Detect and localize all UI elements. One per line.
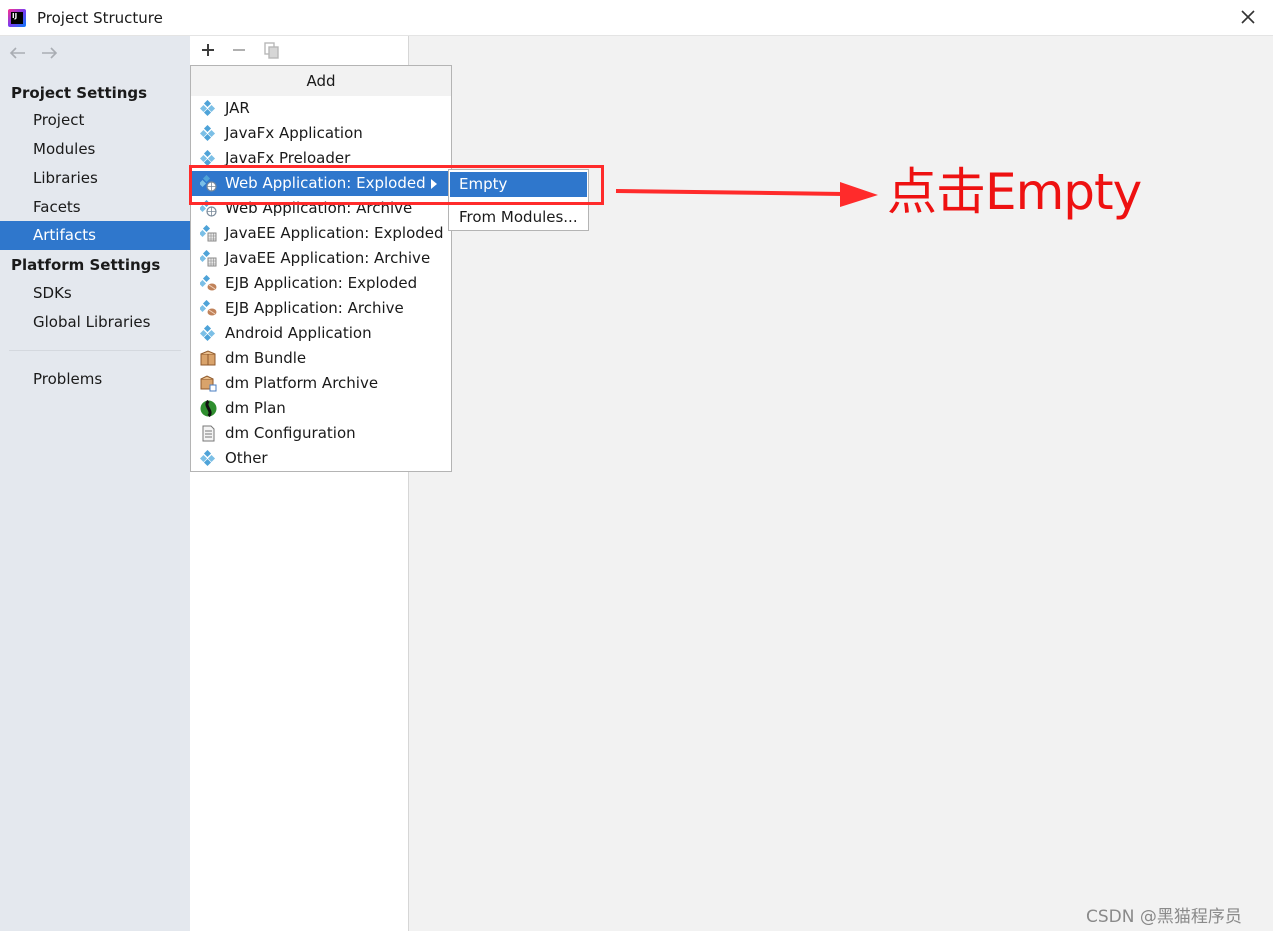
- watermark: CSDN @黑猫程序员: [1086, 907, 1242, 927]
- title-bar: IJ Project Structure: [0, 0, 1273, 36]
- sidebar-item-sdks[interactable]: SDKs: [0, 279, 190, 308]
- menu-item-dm-platform-archive[interactable]: dm Platform Archive: [191, 371, 451, 396]
- menu-item-label: dm Plan: [225, 399, 286, 417]
- platform-settings-header: Platform Settings: [11, 256, 161, 274]
- menu-item-javaee-application-archive[interactable]: JavaEE Application: Archive: [191, 246, 451, 271]
- add-icon[interactable]: [198, 40, 218, 60]
- menu-item-javaee-application-exploded[interactable]: JavaEE Application: Exploded: [191, 221, 451, 246]
- sidebar-item-artifacts[interactable]: Artifacts: [0, 221, 190, 250]
- remove-icon[interactable]: [229, 40, 249, 60]
- menu-item-other[interactable]: Other: [191, 446, 451, 471]
- menu-item-ejb-application-archive[interactable]: EJB Application: Archive: [191, 296, 451, 321]
- menu-item-label: JavaEE Application: Archive: [225, 249, 431, 267]
- menu-item-label: EJB Application: Archive: [225, 299, 404, 317]
- menu-item-label: JavaFx Application: [225, 124, 363, 142]
- copy-icon[interactable]: [262, 40, 282, 60]
- menu-item-android-application[interactable]: Android Application: [191, 321, 451, 346]
- dm-config-icon: [200, 425, 217, 442]
- menu-item-javafx-application[interactable]: JavaFx Application: [191, 121, 451, 146]
- menu-item-jar[interactable]: JAR: [191, 96, 451, 121]
- sidebar-item-facets[interactable]: Facets: [0, 193, 190, 222]
- dm-platform-icon: [200, 375, 217, 392]
- javaee-artifact-icon: [200, 225, 217, 242]
- menu-item-label: dm Platform Archive: [225, 374, 379, 392]
- sidebar-divider: [9, 350, 181, 351]
- dm-bundle-icon: [200, 350, 217, 367]
- menu-item-label: EJB Application: Exploded: [225, 274, 418, 292]
- popup-header: Add: [191, 66, 451, 96]
- submenu-item-from-modules[interactable]: From Modules...: [450, 205, 587, 230]
- menu-item-label: dm Configuration: [225, 424, 356, 442]
- artifact-diamond-icon: [200, 325, 217, 342]
- sidebar-item-global-libraries[interactable]: Global Libraries: [0, 308, 190, 337]
- menu-item-label: Other: [225, 449, 268, 467]
- menu-item-dm-bundle[interactable]: dm Bundle: [191, 346, 451, 371]
- menu-item-ejb-application-exploded[interactable]: EJB Application: Exploded: [191, 271, 451, 296]
- sidebar-item-project[interactable]: Project: [0, 106, 190, 135]
- menu-item-label: JAR: [225, 99, 250, 117]
- annotation-highlight-box: [189, 165, 604, 205]
- menu-item-label: JavaEE Application: Exploded: [225, 224, 444, 242]
- sidebar-item-libraries[interactable]: Libraries: [0, 164, 190, 193]
- artifact-diamond-icon: [200, 100, 217, 117]
- menu-item-dm-configuration[interactable]: dm Configuration: [191, 421, 451, 446]
- ejb-artifact-icon: [200, 300, 217, 317]
- project-settings-header: Project Settings: [11, 84, 148, 102]
- settings-sidebar: Project Settings Project Modules Librari…: [0, 36, 190, 931]
- close-icon[interactable]: [1236, 5, 1260, 29]
- menu-item-label: Android Application: [225, 324, 372, 342]
- sidebar-item-problems[interactable]: Problems: [0, 365, 190, 394]
- javaee-artifact-icon: [200, 250, 217, 267]
- menu-item-label: dm Bundle: [225, 349, 307, 367]
- intellij-logo-icon: IJ: [8, 9, 26, 27]
- artifact-diamond-icon: [200, 125, 217, 142]
- annotation-arrow-icon: [612, 176, 882, 210]
- sidebar-item-modules[interactable]: Modules: [0, 135, 190, 164]
- menu-item-dm-plan[interactable]: dm Plan: [191, 396, 451, 421]
- ejb-artifact-icon: [200, 275, 217, 292]
- forward-arrow-icon[interactable]: [39, 45, 59, 61]
- add-artifact-popup: Add JAR JavaFx Application JavaFx Preloade…: [190, 65, 452, 472]
- annotation-label: 点击Empty: [887, 163, 1142, 221]
- back-arrow-icon[interactable]: [8, 45, 28, 61]
- artifact-diamond-icon: [200, 450, 217, 467]
- dm-plan-icon: [200, 400, 217, 417]
- window-title: Project Structure: [37, 9, 163, 27]
